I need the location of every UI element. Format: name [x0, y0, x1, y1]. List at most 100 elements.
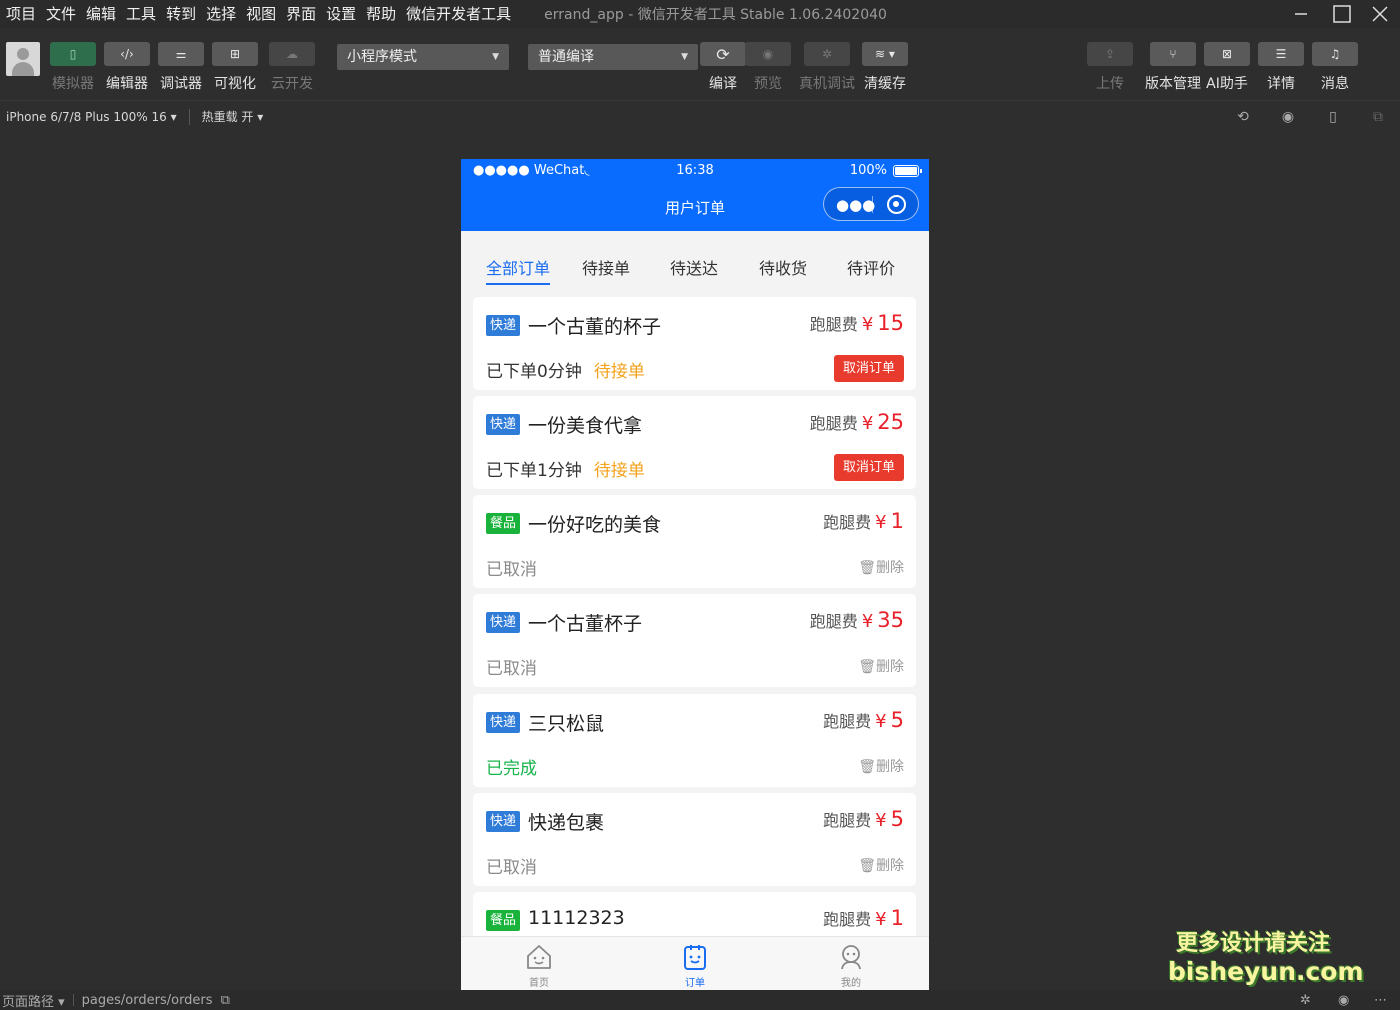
editor-label: 编辑器	[106, 76, 148, 92]
order-title: 11112323	[528, 907, 625, 929]
remote-debug-button[interactable]: ✲ 真机调试	[799, 42, 855, 93]
order-card[interactable]: 快递 快递包裹 跑腿费 ¥ 5 已取消 🗑删除	[473, 793, 916, 886]
tabbar-mine[interactable]: 我的	[821, 943, 881, 989]
editor-button[interactable]: ‹/› 编辑器	[104, 42, 150, 93]
page-path-select[interactable]: 页面路径 ▾	[0, 991, 65, 1010]
fee-label: 跑腿费	[823, 513, 872, 532]
menu-tools[interactable]: 工具	[121, 0, 161, 28]
menu-view[interactable]: 视图	[241, 0, 281, 28]
tab-pending-review[interactable]: 待评价	[847, 255, 895, 279]
order-fee: 跑腿费 ¥ 1	[823, 509, 904, 533]
menu-help[interactable]: 帮助	[361, 0, 401, 28]
fee-value: 5	[890, 807, 904, 831]
cancel-order-button[interactable]: 取消订单	[833, 454, 904, 481]
order-status: 已取消	[486, 560, 537, 580]
menu-goto[interactable]: 转到	[161, 0, 201, 28]
tab-pending-accept[interactable]: 待接单	[582, 255, 630, 279]
order-tabs: 全部订单 待接单 待送达 待收货 待评价	[461, 231, 929, 293]
avatar[interactable]	[6, 42, 40, 76]
order-card[interactable]: 餐品 一份好吃的美食 跑腿费 ¥ 1 已取消 🗑删除	[473, 495, 916, 588]
menu-project[interactable]: 项目	[0, 0, 41, 28]
order-status: 已取消	[486, 659, 537, 679]
menu-file[interactable]: 文件	[41, 0, 81, 28]
fee-value: 25	[877, 410, 904, 434]
fee-value: 35	[877, 608, 904, 632]
device-frame-icon[interactable]: ▯	[1324, 108, 1342, 126]
more-icon[interactable]: ●●●	[836, 196, 875, 214]
menu-bar: 项目 文件 编辑 工具 转到 选择 视图 界面 设置 帮助 微信开发者工具 er…	[0, 0, 1400, 28]
version-button[interactable]: ⑂ 版本管理	[1145, 42, 1201, 93]
cloud-button[interactable]: ☁ 云开发	[269, 42, 315, 93]
order-fee: 跑腿费 ¥ 15	[810, 311, 904, 335]
upload-icon: ⇪	[1087, 42, 1133, 66]
tab-pending-receipt[interactable]: 待收货	[759, 255, 807, 279]
compile-select[interactable]: 普通编译 ▼	[528, 44, 698, 70]
order-card[interactable]: 快递 一个古董的杯子 跑腿费 ¥ 15 已下单0分钟 待接单 取消订单	[473, 297, 916, 390]
bug-icon[interactable]: ✲	[1300, 993, 1311, 1008]
details-button[interactable]: ☰ 详情	[1258, 42, 1304, 93]
eye-icon[interactable]: ◉	[1338, 993, 1349, 1008]
maximize-button[interactable]	[1322, 0, 1362, 28]
fee-value: 1	[890, 906, 904, 930]
order-status: 已完成	[486, 759, 537, 779]
fee-label: 跑腿费	[809, 315, 858, 334]
upload-button[interactable]: ⇪ 上传	[1087, 42, 1133, 93]
menu-edit[interactable]: 编辑	[81, 0, 121, 28]
code-icon: ‹/›	[104, 42, 150, 66]
order-title: 一份美食代拿	[528, 415, 643, 437]
menu-select[interactable]: 选择	[201, 0, 241, 28]
more-icon[interactable]: ⋯	[1374, 993, 1387, 1008]
order-title: 快递包裹	[528, 812, 605, 834]
delete-order-button[interactable]: 🗑删除	[858, 855, 904, 875]
messages-button[interactable]: ♫ 消息	[1312, 42, 1358, 93]
close-miniprogram-icon[interactable]	[887, 195, 906, 214]
ai-assistant-button[interactable]: ⊠ AI助手	[1204, 42, 1250, 93]
layers-icon: ≋ ▾	[862, 42, 908, 66]
delete-order-button[interactable]: 🗑删除	[858, 557, 904, 577]
status-bar: ●●●●● WeChat◟ 16:38 100%	[461, 159, 929, 183]
close-button[interactable]	[1360, 0, 1400, 28]
menu-interface[interactable]: 界面	[281, 0, 321, 28]
order-status: 已下单1分钟 待接单	[486, 461, 645, 481]
menu-settings[interactable]: 设置	[321, 0, 361, 28]
currency-symbol: ¥	[875, 909, 887, 930]
delete-order-button[interactable]: 🗑删除	[858, 756, 904, 776]
preview-label: 预览	[754, 76, 782, 92]
trash-icon: 🗑	[858, 560, 876, 576]
order-icon	[684, 945, 706, 970]
device-select[interactable]: iPhone 6/7/8 Plus 100% 16 ▾	[0, 110, 177, 124]
debugger-button[interactable]: ⚌ 调试器	[158, 42, 204, 93]
order-title: 一份好吃的美食	[528, 514, 662, 536]
fee-value: 5	[890, 708, 904, 732]
cancel-order-button[interactable]: 取消订单	[833, 355, 904, 382]
divider	[72, 994, 74, 1006]
visual-button[interactable]: ⊞ 可视化	[212, 42, 258, 93]
divider	[188, 108, 190, 125]
preview-button[interactable]: ◉ 预览	[745, 42, 791, 93]
ai-icon: ⊠	[1204, 42, 1250, 66]
compile-button[interactable]: ⟳ 编译	[700, 42, 746, 93]
rotate-icon[interactable]: ⟲	[1234, 108, 1252, 126]
delete-order-button[interactable]: 🗑删除	[858, 656, 904, 676]
trash-icon: 🗑	[858, 659, 876, 675]
tabbar-home[interactable]: 首页	[509, 943, 569, 989]
mode-select[interactable]: 小程序模式 ▼	[337, 44, 509, 70]
tabbar-orders-label: 订单	[685, 978, 705, 989]
tabbar-orders[interactable]: 订单	[665, 943, 725, 989]
copy-icon[interactable]: ⧉	[221, 993, 230, 1008]
record-icon[interactable]: ◉	[1279, 108, 1297, 126]
hot-reload-toggle[interactable]: 热重载 开 ▾	[202, 108, 264, 125]
order-card[interactable]: 快递 一个古董杯子 跑腿费 ¥ 35 已取消 🗑删除	[473, 594, 916, 687]
tab-all-orders[interactable]: 全部订单	[486, 255, 551, 285]
order-card[interactable]: 快递 三只松鼠 跑腿费 ¥ 5 已完成 🗑删除	[473, 694, 916, 787]
simulator-button[interactable]: ▯ 模拟器	[50, 42, 96, 93]
order-type-badge: 快递	[486, 414, 521, 435]
order-card[interactable]: 快递 一份美食代拿 跑腿费 ¥ 25 已下单1分钟 待接单 取消订单	[473, 396, 916, 489]
window-icon[interactable]: ⧉	[1369, 108, 1387, 126]
tab-pending-delivery[interactable]: 待送达	[670, 255, 718, 279]
clear-cache-button[interactable]: ≋ ▾ 清缓存	[862, 42, 908, 93]
menu-devtools[interactable]: 微信开发者工具	[401, 0, 516, 28]
battery-indicator: 100%	[850, 163, 922, 178]
bug-icon: ✲	[804, 42, 850, 66]
minimize-button[interactable]	[1281, 0, 1321, 28]
